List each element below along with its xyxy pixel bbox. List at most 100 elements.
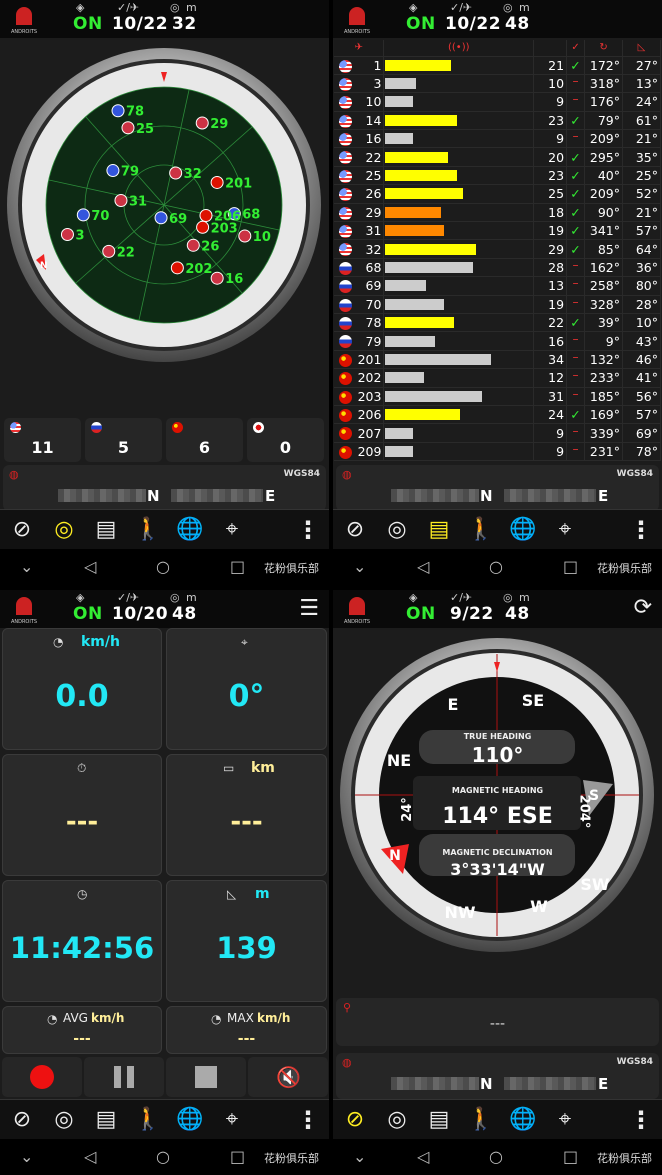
chevron-down-icon[interactable]: ⌄ bbox=[353, 1147, 366, 1166]
globe-tab-icon[interactable]: 🌐 bbox=[509, 1106, 537, 1134]
datum-label: WGS84 bbox=[616, 1057, 653, 1067]
chevron-down-icon[interactable]: ⌄ bbox=[20, 557, 33, 576]
elevation-value: 64° bbox=[622, 239, 661, 259]
azimuth-header-icon: ↻ bbox=[584, 40, 623, 57]
azimuth-value: 9° bbox=[584, 331, 623, 351]
compass-tab-icon[interactable]: ⊘ bbox=[341, 516, 369, 544]
stop-button[interactable] bbox=[166, 1057, 246, 1097]
menu-icon[interactable]: ⋮ bbox=[294, 516, 322, 544]
svg-text:W: W bbox=[530, 897, 548, 916]
home-icon[interactable]: ○ bbox=[156, 557, 170, 576]
snr-value: 9 bbox=[533, 423, 568, 443]
sat-id: 26 bbox=[365, 186, 382, 202]
recents-icon[interactable]: □ bbox=[563, 1147, 578, 1166]
chevron-down-icon[interactable]: ⌄ bbox=[353, 557, 366, 576]
table-row: 3 10 ⁻ 318° 13° bbox=[334, 74, 661, 94]
speed-tab-icon[interactable]: 🚶 bbox=[467, 1106, 495, 1134]
sats-icon: ✓/✈ bbox=[117, 1, 140, 14]
satellite-marker[interactable] bbox=[76, 208, 90, 222]
distance-unit: km bbox=[251, 760, 275, 776]
snr-value: 9 bbox=[533, 129, 568, 149]
satellite-marker[interactable] bbox=[154, 211, 168, 225]
satellite-marker[interactable] bbox=[111, 104, 125, 118]
recents-icon[interactable]: □ bbox=[230, 557, 245, 576]
snr-value: 24 bbox=[533, 405, 568, 425]
back-icon[interactable]: ◁ bbox=[84, 557, 96, 576]
satellite-marker[interactable] bbox=[169, 166, 183, 180]
signal-bar bbox=[385, 243, 477, 255]
mute-button[interactable]: 🔇 bbox=[248, 1057, 328, 1097]
sats-icon: ✓/✈ bbox=[450, 1, 473, 14]
globe-icon: ◍ bbox=[342, 1056, 352, 1069]
globe-tab-icon[interactable]: 🌐 bbox=[176, 516, 204, 544]
home-icon[interactable]: ○ bbox=[489, 1147, 503, 1166]
table-row: 25 23 ✓ 40° 25° bbox=[334, 166, 661, 186]
radar-tab-icon[interactable]: ◎ bbox=[383, 1106, 411, 1134]
home-icon[interactable]: ○ bbox=[156, 1147, 170, 1166]
fix-status: ON bbox=[73, 14, 103, 34]
back-icon[interactable]: ◁ bbox=[417, 557, 429, 576]
satellite-marker[interactable] bbox=[186, 238, 200, 252]
menu-icon[interactable]: ⋮ bbox=[627, 516, 655, 544]
back-icon[interactable]: ◁ bbox=[417, 1147, 429, 1166]
bottom-toolbar: ⊘ ◎ ▤ 🚶 🌐 ⌖ ⋮ bbox=[0, 509, 329, 549]
recents-icon[interactable]: □ bbox=[230, 1147, 245, 1166]
satellite-marker[interactable] bbox=[196, 220, 210, 234]
satellite-marker[interactable] bbox=[210, 271, 224, 285]
menu-icon[interactable]: ⋮ bbox=[627, 1106, 655, 1134]
sat-id-header-icon: ✈ bbox=[334, 40, 385, 57]
radar-tab-icon[interactable]: ◎ bbox=[50, 516, 78, 544]
pause-button[interactable] bbox=[84, 1057, 164, 1097]
status-bar: ANDROITS ◈ ON ✓/✈ 10/20 ◎ m 48 ☰ bbox=[0, 590, 329, 628]
globe-tab-icon[interactable]: 🌐 bbox=[176, 1106, 204, 1134]
satellite-marker[interactable] bbox=[121, 121, 135, 135]
satellite-marker[interactable] bbox=[210, 175, 224, 189]
latitude-redacted bbox=[391, 1077, 479, 1090]
globe-icon: ◍ bbox=[9, 468, 19, 481]
speed-tab-icon[interactable]: 🚶 bbox=[134, 516, 162, 544]
compass-tab-icon[interactable]: ⊘ bbox=[8, 1106, 36, 1134]
radar-tab-icon[interactable]: ◎ bbox=[50, 1106, 78, 1134]
recents-icon[interactable]: □ bbox=[563, 557, 578, 576]
signal-tab-icon[interactable]: ▤ bbox=[92, 1106, 120, 1134]
satellite-marker[interactable] bbox=[106, 164, 120, 178]
satellite-marker[interactable] bbox=[170, 261, 184, 275]
location-tab-icon[interactable]: ⌖ bbox=[218, 516, 246, 544]
refresh-icon[interactable]: ⟳ bbox=[634, 595, 652, 620]
satellite-marker[interactable] bbox=[114, 193, 128, 207]
speed-tab-icon[interactable]: 🚶 bbox=[134, 1106, 162, 1134]
radar-tab-icon[interactable]: ◎ bbox=[383, 516, 411, 544]
azimuth-value: 341° bbox=[584, 221, 623, 241]
compass-dial[interactable]: N S E SE NE SW NW W bbox=[333, 634, 662, 959]
signal-tab-icon[interactable]: ▤ bbox=[425, 1106, 453, 1134]
signal-tab-icon[interactable]: ▤ bbox=[425, 516, 453, 544]
avg-speed-tile: ◔ AVG km/h --- bbox=[2, 1006, 162, 1054]
compass-tab-icon[interactable]: ⊘ bbox=[8, 516, 36, 544]
satellite-marker[interactable] bbox=[60, 228, 74, 242]
flag-icon bbox=[339, 280, 352, 294]
signal-bar bbox=[385, 372, 424, 384]
globe-tab-icon[interactable]: 🌐 bbox=[509, 516, 537, 544]
altitude-icon: ◎ bbox=[170, 1, 180, 14]
signal-tab-icon[interactable]: ▤ bbox=[92, 516, 120, 544]
record-button[interactable] bbox=[2, 1057, 82, 1097]
chevron-down-icon[interactable]: ⌄ bbox=[20, 1147, 33, 1166]
azimuth-value: 162° bbox=[584, 258, 623, 278]
satellite-marker[interactable] bbox=[102, 244, 116, 258]
satellite-radar[interactable]: N 29782532201681020620379692616312027022… bbox=[0, 44, 329, 369]
satellite-marker[interactable] bbox=[195, 116, 209, 130]
location-tab-icon[interactable]: ⌖ bbox=[551, 1106, 579, 1134]
location-tab-icon[interactable]: ⌖ bbox=[551, 516, 579, 544]
compass-tab-icon[interactable]: ⊘ bbox=[341, 1106, 369, 1134]
flag-icon bbox=[339, 151, 352, 165]
elevation-value: 10° bbox=[622, 313, 661, 333]
speed-tab-icon[interactable]: 🚶 bbox=[467, 516, 495, 544]
satellite-marker[interactable] bbox=[238, 229, 252, 243]
flag-icon bbox=[339, 408, 352, 422]
home-icon[interactable]: ○ bbox=[489, 557, 503, 576]
menu-icon[interactable]: ⋮ bbox=[294, 1106, 322, 1134]
satellite-marker[interactable] bbox=[199, 208, 213, 222]
location-tab-icon[interactable]: ⌖ bbox=[218, 1106, 246, 1134]
list-menu-icon[interactable]: ☰ bbox=[299, 596, 319, 621]
back-icon[interactable]: ◁ bbox=[84, 1147, 96, 1166]
